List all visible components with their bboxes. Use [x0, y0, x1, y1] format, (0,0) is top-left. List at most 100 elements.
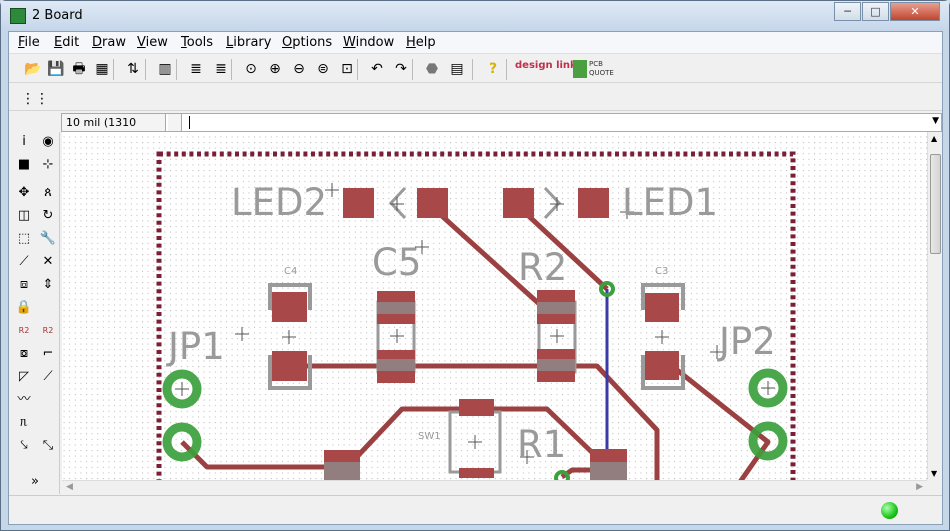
coordinate-display: 10 mil (1310 1880) [62, 114, 166, 146]
copy-tool-icon[interactable]: ጰ [38, 183, 58, 203]
lock-tool-icon[interactable]: 🔒 [14, 298, 34, 318]
designlink-button[interactable]: design link [515, 60, 577, 71]
toolbar-separator [176, 59, 177, 80]
pad-overlay [377, 359, 415, 371]
menu-tools[interactable]: Tools [181, 35, 213, 50]
stop-icon[interactable]: ⬣ [422, 59, 442, 79]
toolbar-separator [231, 59, 232, 80]
more-tools-icon[interactable]: » [25, 472, 45, 492]
meander-tool-icon[interactable]: ᥰ [14, 413, 34, 433]
info-tool-icon[interactable]: i [14, 132, 34, 152]
smd-pad [503, 188, 534, 218]
maximize-button[interactable]: □ [862, 2, 889, 21]
command-bar: 10 mil (1310 1880) ▼ [61, 113, 942, 146]
label-c4: C4 [284, 266, 297, 277]
window-title: 2 Board [32, 8, 83, 23]
library-icon[interactable]: ▥ [155, 59, 175, 79]
pcb-board[interactable]: LED2 LED1 C5 R2 JP1 JP2 R1 C4 C3 SW1 [62, 132, 927, 480]
main-toolbar: 📂 💾 🖶 ▦ ⇅ ▥ ≣ ≣ ⊙ ⊕ ⊖ ⊜ ⊡ ↶ ↷ ⬣ ▤? design link PCB QUOTE [9, 55, 942, 83]
smd-pad [417, 188, 448, 218]
display-tool-icon[interactable]: ■ [14, 155, 34, 175]
minimize-button[interactable]: ─ [834, 2, 861, 21]
smd-pad [459, 468, 494, 478]
command-input[interactable] [189, 116, 190, 129]
toolbar-separator [506, 59, 507, 80]
zoom-fit-icon[interactable]: ⊙ [241, 59, 261, 79]
smd-pad [343, 188, 374, 218]
redo-icon[interactable]: ↷ [391, 59, 411, 79]
mirror-tool-icon[interactable]: ◫ [14, 206, 34, 226]
board-canvas[interactable]: LED2 LED1 C5 R2 JP1 JP2 R1 C4 C3 SW1 [62, 132, 927, 480]
menu-draw[interactable]: Draw [92, 35, 126, 50]
save-icon[interactable]: 💾 [46, 59, 66, 79]
status-bar [9, 495, 942, 524]
script-icon[interactable]: ≣ [186, 59, 206, 79]
optimize-tool-icon[interactable]: ◸ [14, 367, 34, 387]
pad-overlay [537, 302, 575, 314]
pad-overlay [590, 462, 627, 480]
print-icon[interactable]: 🖶 [69, 59, 89, 79]
smd-pad [459, 399, 494, 416]
drc-icon[interactable]: ▤ [447, 59, 467, 79]
label-led2: LED2 [231, 181, 327, 224]
rotate-tool-icon[interactable]: ↻ [38, 206, 58, 226]
toolbar-separator [357, 59, 358, 80]
toolbar-separator [145, 59, 146, 80]
toolbar-separator [472, 59, 473, 80]
autoroute-tool-icon[interactable]: ⤡ [38, 436, 58, 456]
label-c5: C5 [372, 241, 421, 284]
ripup-tool-icon[interactable]: 〰 [14, 390, 34, 410]
name-tool-icon[interactable]: R2 [14, 321, 34, 341]
vertical-scrollbar[interactable]: ▲ ▼ [927, 132, 942, 480]
command-dropdown-icon[interactable]: ▼ [932, 116, 939, 126]
smash-tool-icon[interactable]: ⧇ [14, 344, 34, 364]
zoom-select-icon[interactable]: ⊡ [337, 59, 357, 79]
group-tool-icon[interactable]: ⬚ [14, 229, 34, 249]
add-tool-icon[interactable]: ⧈ [14, 275, 34, 295]
split-tool-icon[interactable]: ⟋ [14, 252, 34, 272]
pad-overlay [324, 462, 360, 480]
label-sw1: SW1 [418, 431, 441, 442]
switch-icon[interactable]: ⇅ [123, 59, 143, 79]
label-c3: C3 [655, 266, 668, 277]
zoom-in-icon[interactable]: ⊕ [265, 59, 285, 79]
smd-pad [272, 292, 307, 322]
vertical-scroll-thumb[interactable] [930, 154, 941, 254]
zoom-redraw-icon[interactable]: ⊜ [313, 59, 333, 79]
wire-tool-icon[interactable]: ⤥ [14, 436, 34, 456]
horizontal-scrollbar[interactable]: ◀ ▶ [62, 480, 927, 495]
value-tool-icon[interactable]: R2 [38, 321, 58, 341]
mark-tool-icon[interactable]: ⊹ [38, 155, 58, 175]
ulp-icon[interactable]: ≣ [211, 59, 231, 79]
pcb-quote-button[interactable]: PCB QUOTE [573, 60, 614, 78]
menu-file[interactable]: File [18, 35, 40, 50]
undo-icon[interactable]: ↶ [367, 59, 387, 79]
grid-icon[interactable]: ⋮⋮ [21, 89, 49, 109]
smd-pad [645, 293, 679, 322]
help-icon[interactable]: ? [483, 59, 503, 79]
menu-view[interactable]: View [137, 35, 168, 50]
zoom-out-icon[interactable]: ⊖ [289, 59, 309, 79]
delete-tool-icon[interactable]: ✕ [38, 252, 58, 272]
show-tool-icon[interactable]: ◉ [38, 132, 58, 152]
menu-options[interactable]: Options [282, 35, 332, 50]
replace-tool-icon[interactable]: ⇕ [38, 275, 58, 295]
close-button[interactable]: ✕ [890, 2, 940, 21]
smd-pad [272, 351, 307, 381]
miter-tool-icon[interactable]: ⌐ [38, 344, 58, 364]
menu-window[interactable]: Window [343, 35, 394, 50]
app-icon [10, 8, 26, 24]
pad-overlay [377, 302, 415, 314]
menu-bar: File Edit Draw View Tools Library Options Windo… [9, 32, 942, 54]
menu-edit[interactable]: Edit [54, 35, 79, 50]
cam-icon[interactable]: ▦ [92, 59, 112, 79]
open-icon[interactable]: 📂 [23, 59, 43, 79]
menu-help[interactable]: Help [406, 35, 436, 50]
menu-library[interactable]: Library [226, 35, 271, 50]
pad-overlay [537, 359, 575, 371]
route-tool-icon[interactable]: ⟋ [38, 367, 58, 387]
change-tool-icon[interactable]: 🔧 [38, 229, 58, 249]
label-r1: R1 [517, 423, 566, 466]
move-tool-icon[interactable]: ✥ [14, 183, 34, 203]
toolbar-separator [412, 59, 413, 80]
